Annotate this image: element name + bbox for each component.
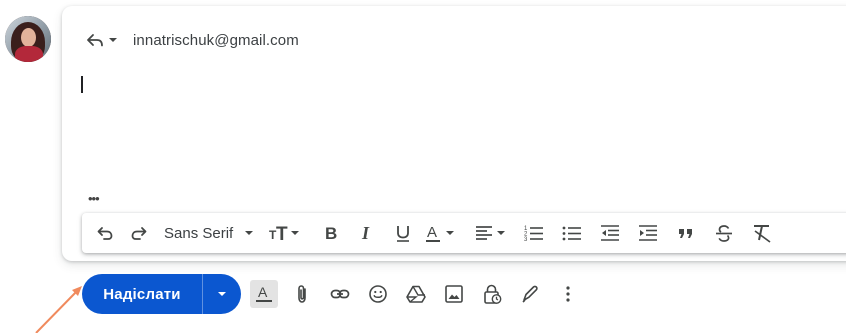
reply-compose-area: innatrischuk@gmail.com ••• Sans Serif T … bbox=[0, 0, 846, 333]
annotation-arrow bbox=[35, 286, 82, 333]
